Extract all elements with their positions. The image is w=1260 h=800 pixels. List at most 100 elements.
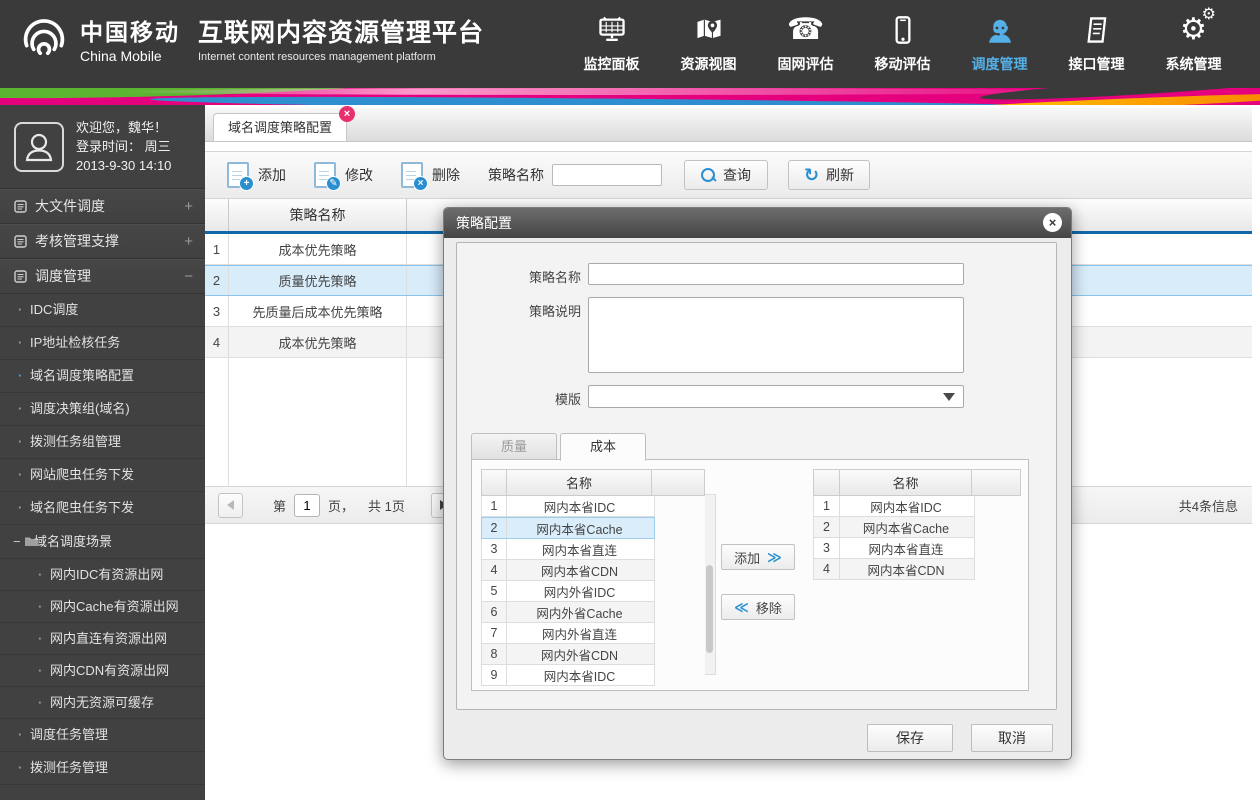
sidebar: 欢迎您，魏华！ 登录时间： 周三 2013-9-30 14:10 大文件调度 +… (0, 105, 205, 800)
transfer-left-row[interactable]: 6网内外省Cache (481, 602, 655, 623)
transfer-add-button[interactable]: 添加 ≫ (721, 544, 795, 570)
edit-doc-icon: ✎ (314, 162, 336, 188)
avatar (14, 122, 64, 172)
transfer-remove-button[interactable]: ≪ 移除 (721, 594, 795, 620)
sidebar-item-dispatch-task-mgmt[interactable]: 调度任务管理 (0, 719, 205, 752)
sidebar-item-scene-cache[interactable]: 网内Cache有资源出网 (0, 591, 205, 623)
sidebar-item-scene-direct[interactable]: 网内直连有资源出网 (0, 623, 205, 655)
welcome-text: 欢迎您，魏华！ (76, 118, 171, 137)
collapse-icon[interactable]: − (184, 260, 193, 293)
sidebar-item-idc-dispatch[interactable]: IDC调度 (0, 294, 205, 327)
dialog-titlebar[interactable]: 策略配置 × (444, 208, 1071, 238)
modify-button[interactable]: ✎ 修改 (314, 162, 373, 188)
sidebar-item-scene-idc[interactable]: 网内IDC有资源出网 (0, 559, 205, 591)
nav-item-dispatch-mgmt[interactable]: 调度管理 (951, 8, 1048, 74)
platform-title: 互联网内容资源管理平台 (198, 13, 484, 49)
app: 中国移动 China Mobile 互联网内容资源管理平台 Internet c… (0, 0, 1260, 800)
tab-quality[interactable]: 质量 (471, 433, 557, 461)
sidebar-item-decision-group[interactable]: 调度决策组(域名) (0, 393, 205, 426)
transfer-left-row[interactable]: 9网内本省IDC (481, 665, 655, 686)
save-button[interactable]: 保存 (867, 724, 953, 752)
page-number-input[interactable] (294, 494, 320, 517)
sidebar-menu-dispatch[interactable]: 调度管理 − (0, 259, 205, 294)
policy-name-filter-input[interactable] (552, 164, 662, 186)
template-select[interactable] (588, 385, 964, 408)
sidebar-item-domain-policy-config[interactable]: 域名调度策略配置 (0, 360, 205, 393)
transfer-left-row[interactable]: 3网内本省直连 (481, 539, 655, 560)
nav-item-monitor-panel[interactable]: 监控面板 (563, 8, 660, 74)
tab-domain-policy-config[interactable]: 域名调度策略配置 × (213, 113, 347, 141)
tab-close-icon[interactable]: × (339, 106, 355, 122)
transfer-right-row[interactable]: 2网内本省Cache (813, 517, 975, 538)
double-left-arrow-icon: ≪ (734, 599, 749, 616)
nav-item-system-mgmt[interactable]: ⚙⚙ 系统管理 (1145, 8, 1242, 74)
sidebar-item-scene-nocache[interactable]: 网内无资源可缓存 (0, 687, 205, 719)
nav-item-mobile-eval[interactable]: 移动评估 (854, 8, 951, 74)
total-pages: 共 1页 (368, 496, 405, 515)
dialog-title: 策略配置 (456, 215, 512, 231)
sidebar-item-site-crawler[interactable]: 网站爬虫任务下发 (0, 459, 205, 492)
column-policy-name: 策略名称 (229, 199, 407, 231)
expand-icon[interactable]: + (184, 225, 193, 258)
transfer-left-row[interactable]: 5网内外省IDC (481, 581, 655, 602)
phone-icon: ☎ (757, 8, 854, 52)
dialog-close-icon[interactable]: × (1043, 213, 1062, 232)
collapse-icon[interactable]: − (13, 525, 21, 558)
login-datetime: 2013-9-30 14:10 (76, 156, 171, 175)
transfer-left-row[interactable]: 7网内外省直连 (481, 623, 655, 644)
sidebar-item-probe-task-group[interactable]: 拨测任务组管理 (0, 426, 205, 459)
monitor-icon (563, 8, 660, 52)
user-panel: 欢迎您，魏华！ 登录时间： 周三 2013-9-30 14:10 (0, 105, 205, 189)
nav-item-fixed-network-eval[interactable]: ☎ 固网评估 (757, 8, 854, 74)
sidebar-item-domain-crawler[interactable]: 域名爬虫任务下发 (0, 492, 205, 525)
column-name: 名称 (840, 470, 972, 495)
mobile-icon (854, 8, 951, 52)
brand-name-cn: 中国移动 (80, 13, 180, 47)
transfer-right-row[interactable]: 4网内本省CDN (813, 559, 975, 580)
sidebar-menu-bigfile[interactable]: 大文件调度 + (0, 189, 205, 224)
dropdown-caret-icon (943, 393, 955, 401)
sidebar-item-scene-cdn[interactable]: 网内CDN有资源出网 (0, 655, 205, 687)
expand-icon[interactable]: + (184, 190, 193, 223)
policy-name-filter-label: 策略名称 (488, 165, 544, 185)
transfer-left-row-selected[interactable]: 2网内本省Cache (481, 517, 655, 539)
prev-page-button[interactable] (218, 493, 243, 518)
nav-item-resource-view[interactable]: 资源视图 (660, 8, 757, 74)
transfer-left-row[interactable]: 4网内本省CDN (481, 560, 655, 581)
cancel-button[interactable]: 取消 (971, 724, 1053, 752)
sidebar-item-probe-task-mgmt[interactable]: 拨测任务管理 (0, 752, 205, 785)
add-button[interactable]: + 添加 (227, 162, 286, 188)
transfer-left-row[interactable]: 1网内本省IDC (481, 496, 655, 517)
scrollbar-thumb[interactable] (706, 565, 713, 653)
headset-icon (951, 8, 1048, 52)
prev-icon (227, 500, 234, 510)
transfer-left-row[interactable]: 8网内外省CDN (481, 644, 655, 665)
nav-item-interface-mgmt[interactable]: 接口管理 (1048, 8, 1145, 74)
tab-strip: 域名调度策略配置 × (205, 108, 1252, 142)
policy-desc-textarea[interactable] (588, 297, 964, 373)
refresh-icon: ↻ (804, 166, 819, 184)
page-prefix: 第 (273, 496, 286, 515)
template-label: 模版 (457, 385, 581, 408)
folder-icon (24, 536, 39, 547)
total-records: 共4条信息 (1179, 496, 1238, 515)
transfer-right-row[interactable]: 1网内本省IDC (813, 496, 975, 517)
ribbon-decoration (0, 88, 1260, 105)
brand: 中国移动 China Mobile 互联网内容资源管理平台 Internet c… (18, 12, 484, 64)
sidebar-menu-assessment[interactable]: 考核管理支撑 + (0, 224, 205, 259)
sidebar-item-ip-check-task[interactable]: IP地址检核任务 (0, 327, 205, 360)
dialog-body: 策略名称 策略说明 模版 质量 成本 (456, 242, 1057, 710)
column-name: 名称 (507, 470, 652, 495)
delete-button[interactable]: × 删除 (401, 162, 460, 188)
tab-cost[interactable]: 成本 (560, 433, 646, 461)
query-button[interactable]: 查询 (684, 160, 768, 190)
page-suffix: 页， (328, 496, 354, 515)
left-list-scrollbar[interactable] (705, 494, 716, 675)
policy-name-input[interactable] (588, 263, 964, 285)
transfer-panel: 名称 1网内本省IDC 2网内本省Cache 3网内本省直连 4网内本省CDN … (471, 459, 1029, 691)
transfer-right-row[interactable]: 3网内本省直连 (813, 538, 975, 559)
refresh-button[interactable]: ↻ 刷新 (788, 160, 870, 190)
doc-icon (14, 227, 27, 260)
platform-subtitle: Internet content resources management pl… (198, 51, 484, 63)
sidebar-tree-domain-scene[interactable]: − 域名调度场景 (0, 525, 205, 559)
